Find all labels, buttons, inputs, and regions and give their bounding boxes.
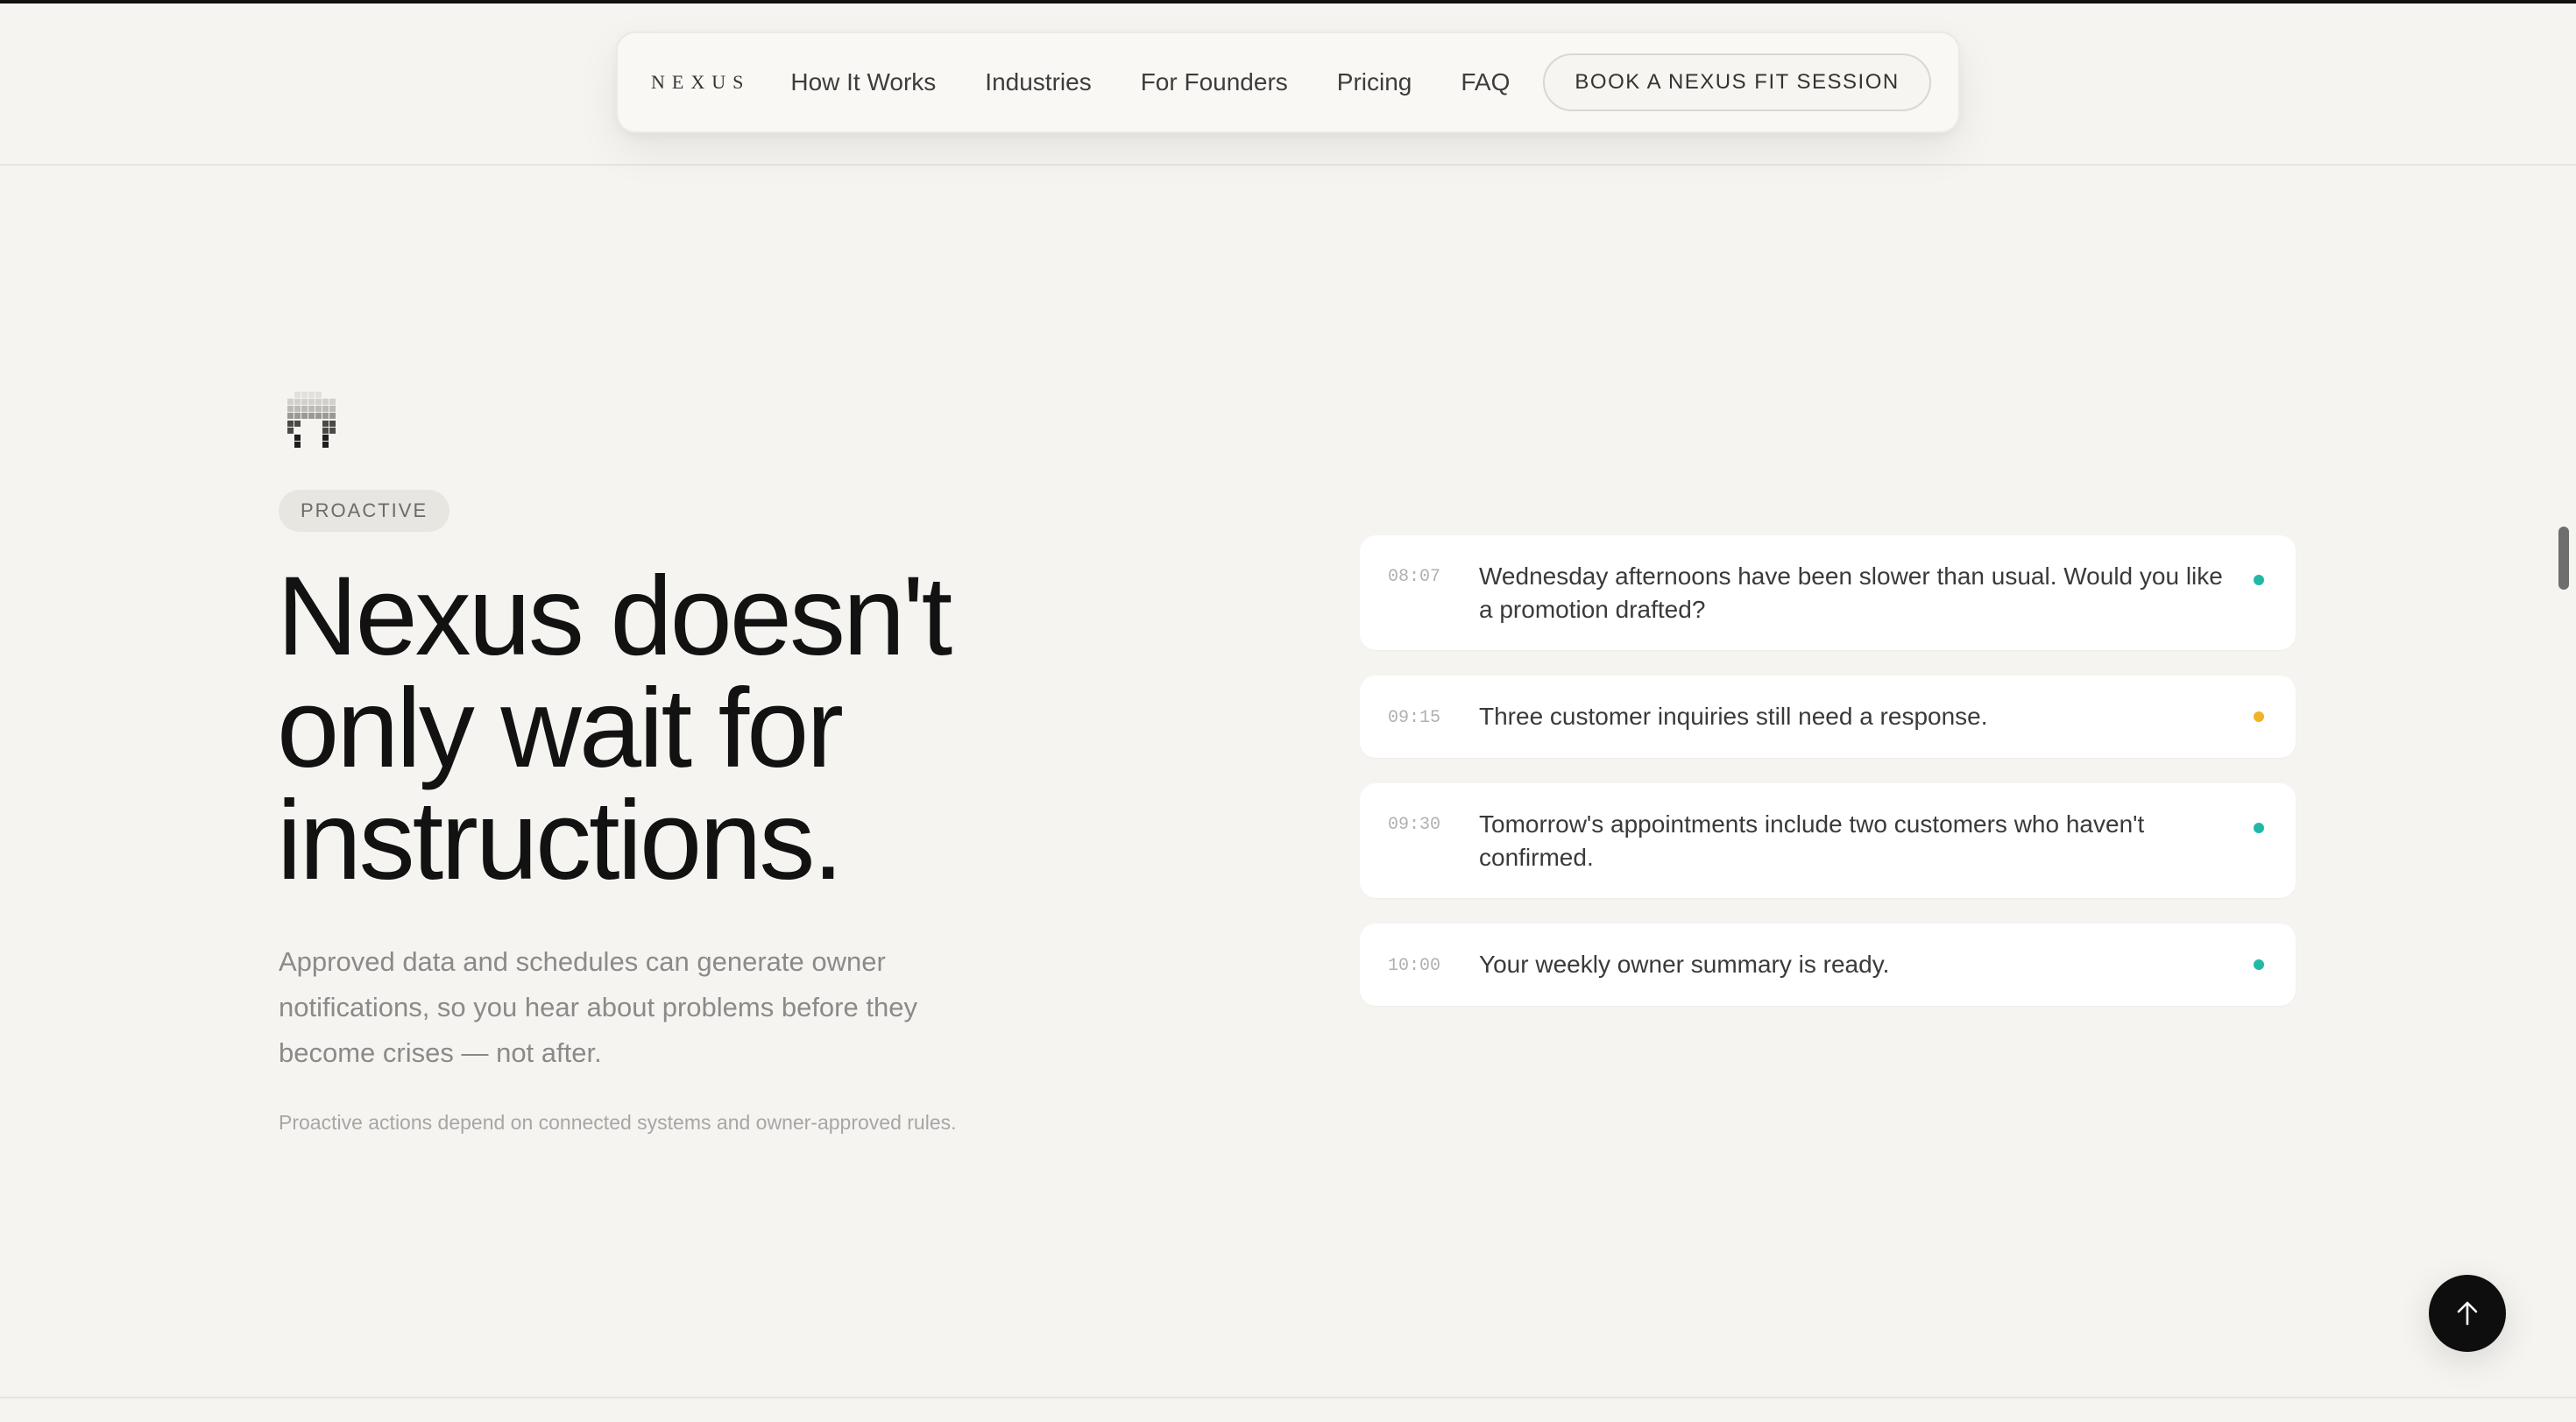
notification-card: 08:07 Wednesday afternoons have been slo… xyxy=(1360,535,2296,650)
nav-link-pricing[interactable]: Pricing xyxy=(1337,68,1412,96)
section-footnote: Proactive actions depend on connected sy… xyxy=(279,1111,957,1134)
nav-link-for-founders[interactable]: For Founders xyxy=(1141,68,1288,96)
status-dot xyxy=(2254,823,2264,833)
notification-card: 09:30 Tomorrow's appointments include tw… xyxy=(1360,783,2296,898)
notification-time: 10:00 xyxy=(1388,955,1441,976)
scrollbar-thumb[interactable] xyxy=(2558,527,2569,590)
notification-text: Wednesday afternoons have been slower th… xyxy=(1479,562,2223,623)
book-session-button[interactable]: BOOK A NEXUS FIT SESSION xyxy=(1543,53,1931,111)
notification-time: 08:07 xyxy=(1388,567,1441,587)
status-dot xyxy=(2254,575,2264,585)
notification-card: 10:00 Your weekly owner summary is ready… xyxy=(1360,923,2296,1006)
section-headline: Nexus doesn't only wait for instructions… xyxy=(277,554,952,903)
top-border xyxy=(0,0,2576,4)
notification-text: Tomorrow's appointments include two cust… xyxy=(1479,810,2145,871)
notification-time: 09:30 xyxy=(1388,815,1441,835)
main-nav: NEXUS How It Works Industries For Founde… xyxy=(616,32,1960,133)
nav-link-how-it-works[interactable]: How It Works xyxy=(790,68,936,96)
back-to-top-button[interactable] xyxy=(2429,1275,2506,1352)
status-dot xyxy=(2254,711,2264,722)
header-divider xyxy=(0,164,2576,166)
status-dot xyxy=(2254,959,2264,970)
nav-link-industries[interactable]: Industries xyxy=(985,68,1091,96)
notification-time: 09:15 xyxy=(1388,707,1441,728)
pixel-robot-icon xyxy=(287,392,336,448)
section-tag: PROACTIVE xyxy=(279,490,450,532)
arrow-up-icon xyxy=(2457,1301,2478,1326)
notification-list: 08:07 Wednesday afternoons have been slo… xyxy=(1360,535,2296,1031)
notification-text: Your weekly owner summary is ready. xyxy=(1479,951,1890,978)
notification-text: Three customer inquiries still need a re… xyxy=(1479,703,1988,730)
nav-link-faq[interactable]: FAQ xyxy=(1461,68,1510,96)
notification-card: 09:15 Three customer inquiries still nee… xyxy=(1360,676,2296,758)
section-bottom-divider xyxy=(0,1397,2576,1398)
nexus-logo[interactable]: NEXUS xyxy=(651,71,750,94)
section-lead: Approved data and schedules can generate… xyxy=(279,946,917,1068)
